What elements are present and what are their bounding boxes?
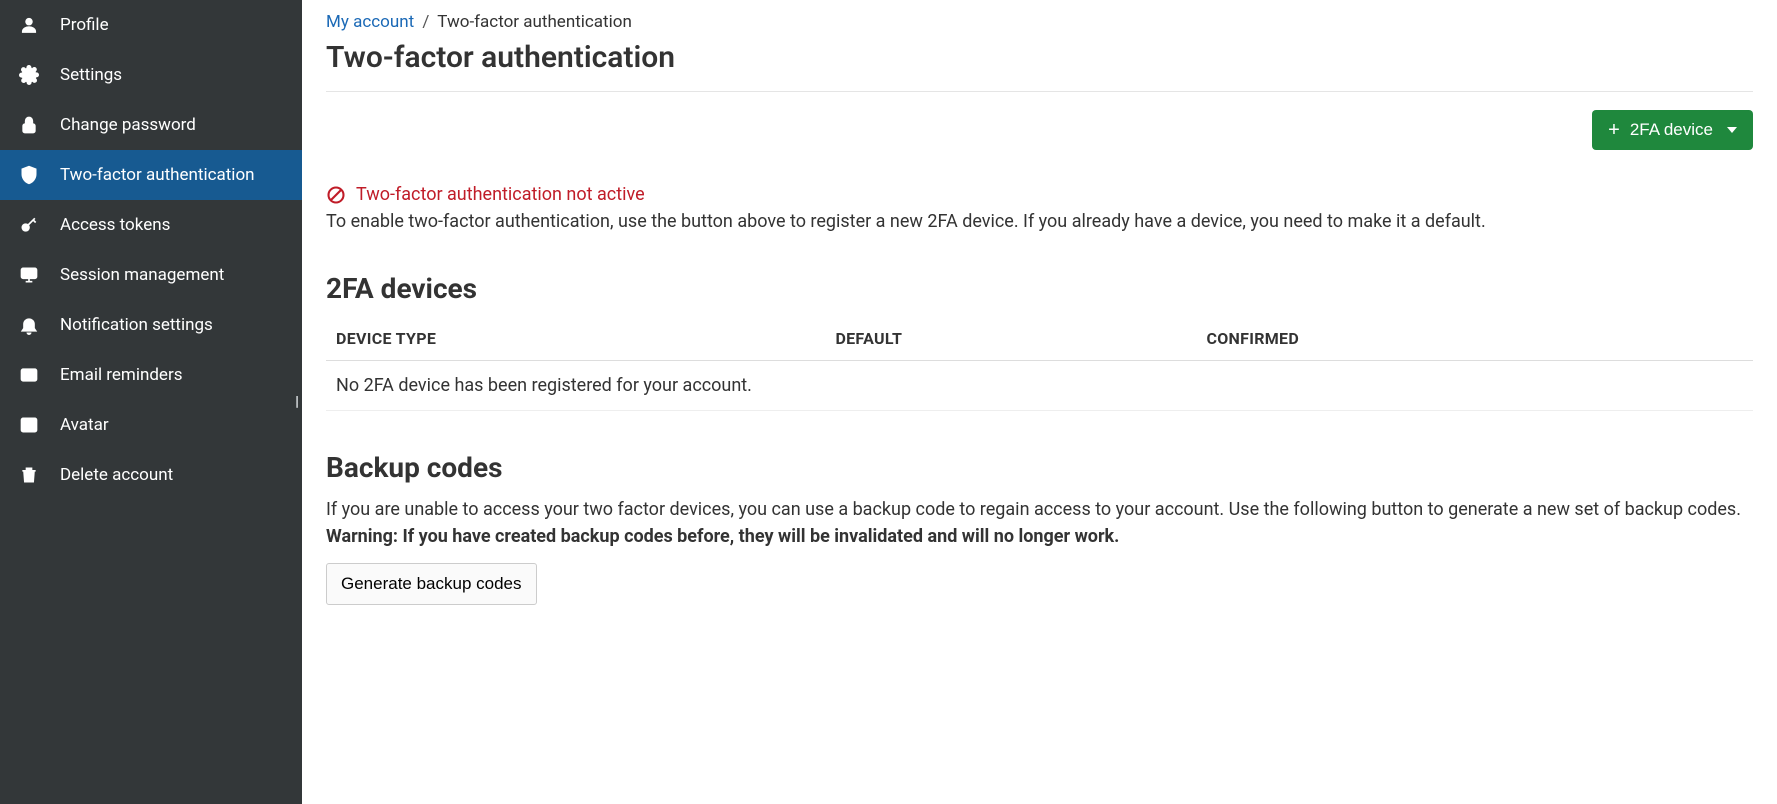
sidebar-item-label: Email reminders [60, 365, 183, 385]
toolbar: + 2FA device [326, 110, 1753, 150]
title-divider [326, 91, 1753, 92]
chevron-down-icon [1727, 127, 1737, 133]
devices-empty-message: No 2FA device has been registered for yo… [326, 361, 1753, 411]
sidebar-item-label: Delete account [60, 465, 173, 485]
sidebar-item-delete-account[interactable]: Delete account [0, 450, 302, 500]
sidebar-item-notification-settings[interactable]: Notification settings [0, 300, 302, 350]
sidebar-item-session-management[interactable]: Session management [0, 250, 302, 300]
lock-icon [18, 114, 40, 136]
add-2fa-device-button[interactable]: + 2FA device [1592, 110, 1753, 150]
col-header-confirmed: CONFIRMED [1196, 317, 1753, 361]
main-content: My account / Two-factor authentication T… [302, 0, 1777, 804]
table-row-empty: No 2FA device has been registered for yo… [326, 361, 1753, 411]
user-icon [18, 14, 40, 36]
sidebar-item-change-password[interactable]: Change password [0, 100, 302, 150]
sidebar-item-settings[interactable]: Settings [0, 50, 302, 100]
sidebar-item-avatar[interactable]: Avatar [0, 400, 302, 450]
backup-description: If you are unable to access your two fac… [326, 496, 1753, 524]
sidebar-item-label: Access tokens [60, 215, 170, 235]
trash-icon [18, 464, 40, 486]
breadcrumb-current: Two-factor authentication [437, 12, 632, 32]
sidebar-item-label: Change password [60, 115, 196, 135]
breadcrumb: My account / Two-factor authentication [326, 12, 1753, 32]
devices-table: DEVICE TYPE DEFAULT CONFIRMED No 2FA dev… [326, 317, 1753, 411]
page-title: Two-factor authentication [326, 40, 1753, 75]
backup-section-title: Backup codes [326, 451, 1753, 484]
plus-icon: + [1608, 120, 1620, 140]
account-sidebar: Profile Settings Change password Two-fac… [0, 0, 302, 804]
sidebar-resize-handle[interactable]: || [295, 394, 296, 410]
mail-icon [18, 364, 40, 386]
sidebar-item-label: Two-factor authentication [60, 165, 255, 185]
breadcrumb-separator: / [422, 12, 429, 32]
breadcrumb-parent-link[interactable]: My account [326, 12, 414, 32]
two-factor-status-text: Two-factor authentication not active [356, 184, 645, 205]
sidebar-item-label: Notification settings [60, 315, 213, 335]
key-icon [18, 214, 40, 236]
sidebar-item-two-factor[interactable]: Two-factor authentication [0, 150, 302, 200]
shield-icon [18, 164, 40, 186]
col-header-device-type: DEVICE TYPE [326, 317, 825, 361]
sidebar-item-label: Avatar [60, 415, 109, 435]
sidebar-item-profile[interactable]: Profile [0, 0, 302, 50]
prohibited-icon [326, 185, 346, 205]
sidebar-item-label: Session management [60, 265, 224, 285]
add-2fa-device-label: 2FA device [1630, 120, 1713, 140]
sidebar-item-email-reminders[interactable]: Email reminders [0, 350, 302, 400]
two-factor-instruction: To enable two-factor authentication, use… [326, 211, 1753, 232]
sidebar-item-label: Settings [60, 65, 122, 85]
col-header-default: DEFAULT [825, 317, 1196, 361]
image-icon [18, 414, 40, 436]
monitor-icon [18, 264, 40, 286]
sidebar-item-access-tokens[interactable]: Access tokens [0, 200, 302, 250]
gear-icon [18, 64, 40, 86]
backup-warning: Warning: If you have created backup code… [326, 526, 1753, 547]
sidebar-item-label: Profile [60, 15, 109, 35]
devices-section-title: 2FA devices [326, 272, 1753, 305]
bell-icon [18, 314, 40, 336]
generate-backup-codes-button[interactable]: Generate backup codes [326, 563, 537, 605]
two-factor-status: Two-factor authentication not active [326, 184, 1753, 205]
